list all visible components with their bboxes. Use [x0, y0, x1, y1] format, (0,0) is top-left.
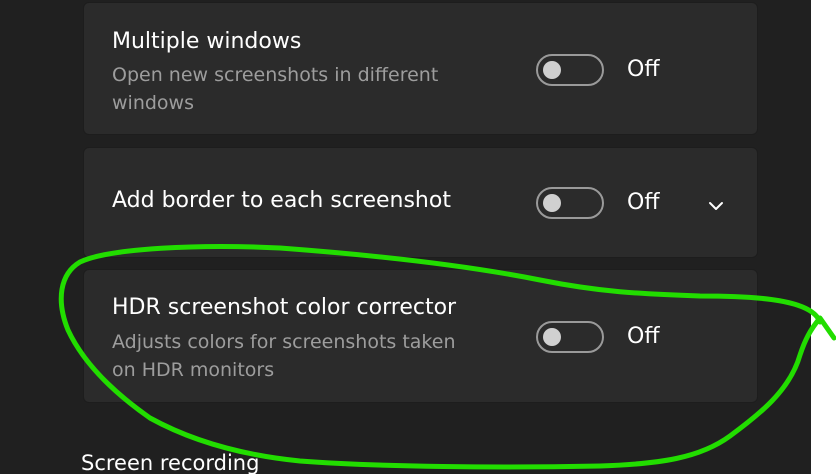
toggle-state-label: Off	[627, 190, 660, 215]
setting-description: Adjusts colors for screenshots taken on …	[112, 331, 456, 381]
setting-card-multiple-windows: Multiple windows Open new screenshots in…	[83, 2, 758, 135]
toggle-knob	[543, 328, 561, 346]
hdr-color-corrector-toggle[interactable]	[536, 321, 604, 353]
setting-title: HDR screenshot color corrector	[112, 295, 457, 320]
section-heading-screen-recording: Screen recording	[81, 451, 260, 474]
toggle-knob	[543, 194, 561, 212]
settings-window: Multiple windows Open new screenshots in…	[0, 0, 811, 474]
setting-title: Add border to each screenshot	[112, 188, 451, 213]
toggle-knob	[543, 61, 561, 79]
add-border-toggle[interactable]	[536, 187, 604, 219]
toggle-state-label: Off	[627, 324, 660, 349]
chevron-down-icon[interactable]	[704, 194, 728, 218]
toggle-state-label: Off	[627, 57, 660, 82]
setting-description: Open new screenshots in different window…	[112, 64, 439, 114]
setting-title: Multiple windows	[112, 29, 302, 54]
setting-card-add-border[interactable]: Add border to each screenshot Off	[83, 147, 758, 258]
multiple-windows-toggle[interactable]	[536, 54, 604, 86]
setting-card-hdr-color-corrector: HDR screenshot color corrector Adjusts c…	[83, 269, 758, 403]
